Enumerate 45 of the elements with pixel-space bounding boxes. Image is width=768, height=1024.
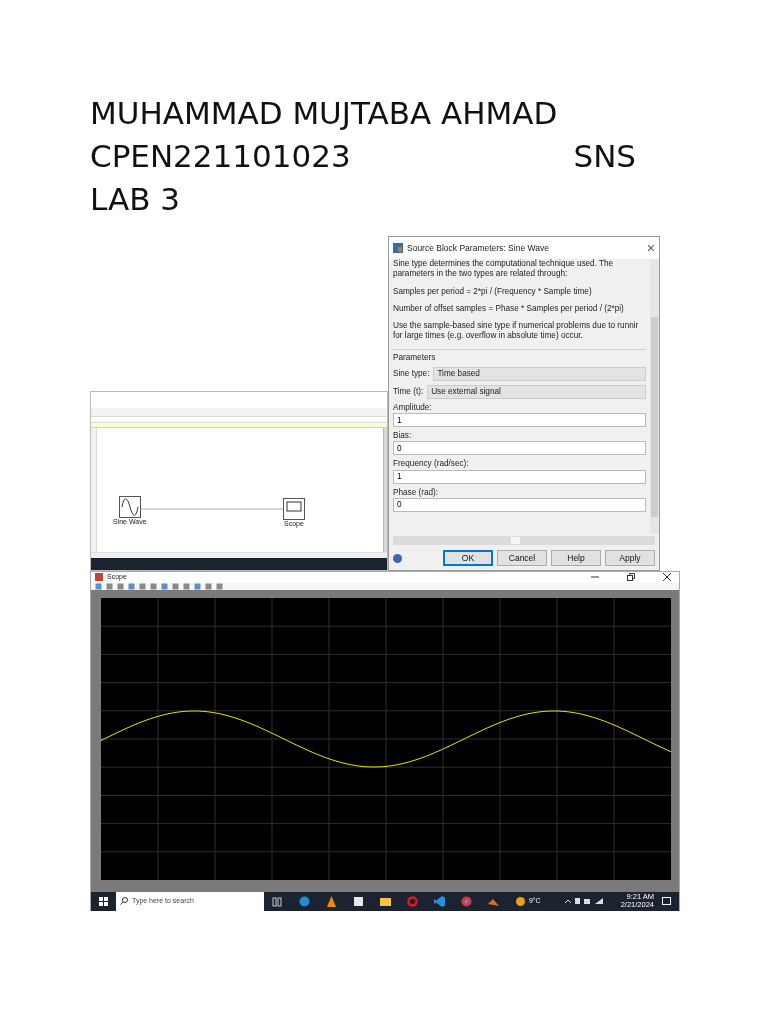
student-id: CPEN221101023 <box>90 137 351 176</box>
dropdown[interactable]: Use external signal <box>427 384 646 399</box>
notification-icon[interactable] <box>662 896 671 906</box>
field-label: Bias: <box>393 431 413 442</box>
group-label: Parameters <box>393 352 437 363</box>
dialog-title: Source Block Parameters: Sine Wave <box>407 242 549 254</box>
taskbar-app-icon[interactable] <box>272 895 283 907</box>
field-label: Amplitude: <box>393 402 433 413</box>
taskbar-app-icon[interactable] <box>353 895 364 907</box>
app-icon <box>393 243 403 253</box>
app-icon <box>95 573 103 582</box>
system-tray-icons[interactable] <box>564 897 605 905</box>
sun-icon <box>515 896 525 906</box>
scrollbar[interactable] <box>650 259 659 534</box>
field-label: Phase (rad): <box>393 487 440 498</box>
taskbar-app-icon[interactable] <box>380 895 391 907</box>
start-icon[interactable] <box>99 896 108 906</box>
scope-block[interactable] <box>283 498 305 520</box>
description-text: Samples per period = 2*pi / (Frequency * Sample time) <box>393 286 593 297</box>
scrollbar[interactable] <box>383 428 387 552</box>
close-icon[interactable] <box>663 573 671 582</box>
taskbar-app-icon[interactable] <box>326 895 337 907</box>
course-code: SNS <box>573 137 636 176</box>
dialog-button[interactable]: OK <box>443 550 493 566</box>
restore-icon[interactable] <box>627 573 635 582</box>
lab-title: LAB 3 <box>90 180 182 219</box>
description-text: Sine type determines the computational technique used. The parameters in the two types are related through: <box>393 259 615 280</box>
input-field[interactable]: 1 <box>393 413 646 427</box>
help-icon[interactable] <box>393 553 402 563</box>
dialog-button[interactable]: Cancel <box>497 550 547 566</box>
input-field[interactable]: 0 <box>393 497 646 512</box>
field-label: Frequency (rad/sec): <box>393 459 470 470</box>
dropdown[interactable]: Time based <box>433 366 646 381</box>
input-field[interactable]: 0 <box>393 441 646 456</box>
search-icon <box>120 897 128 905</box>
sine-wave-block[interactable] <box>118 496 141 518</box>
close-button[interactable]: × <box>646 241 655 255</box>
author-name: MUHAMMAD MUJTABA AHMAD <box>90 94 559 133</box>
dialog-button[interactable]: Help <box>551 550 601 566</box>
field-label: Sine type: <box>393 368 430 379</box>
description-text: Use the sample-based sine type if numerical problems due to runnir for large times (e.g. overflow in absolute time) occur. <box>393 321 640 342</box>
description-text: Number of offset samples = Phase * Samples per period / (2*pi) <box>393 303 625 314</box>
input-field[interactable]: 1 <box>393 469 646 484</box>
field-label: Time (t): <box>393 386 424 397</box>
dialog-button[interactable]: Apply <box>605 550 655 566</box>
